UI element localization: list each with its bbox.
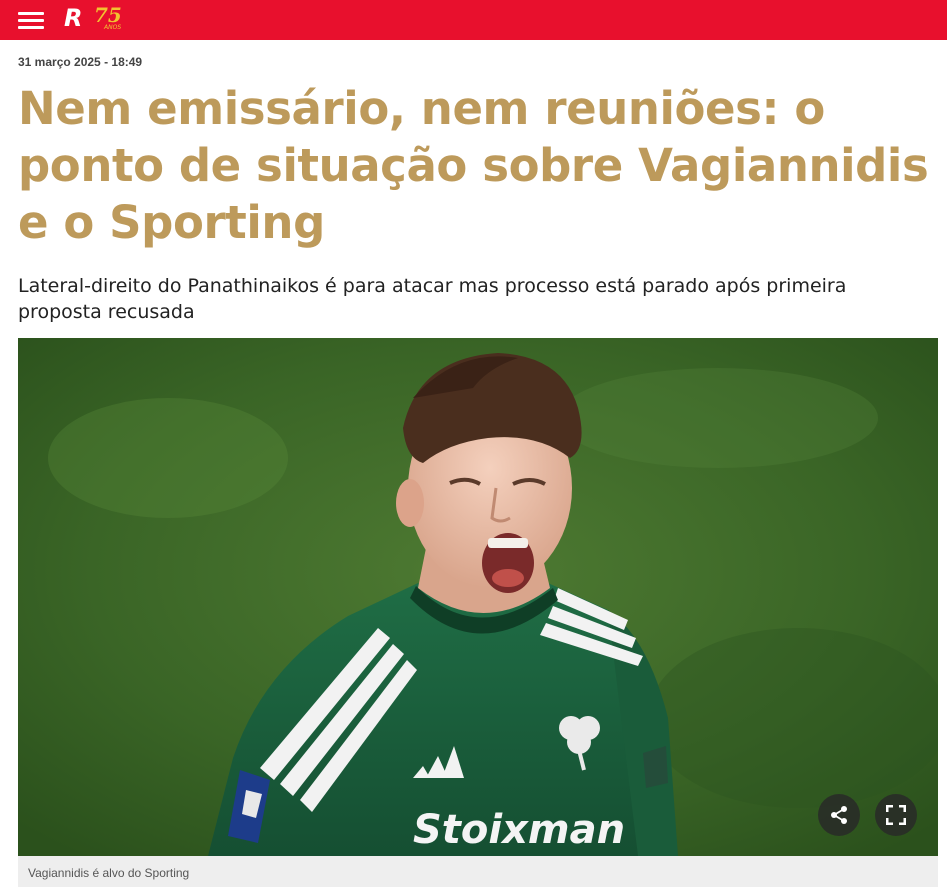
shirt-sponsor-text: Stoixman <box>413 807 625 853</box>
player-photo: Stoixman <box>18 338 938 856</box>
logo-letter: R <box>64 4 82 32</box>
site-logo[interactable]: R 75 ANOS <box>62 2 134 36</box>
fullscreen-icon <box>886 805 906 825</box>
article-photo[interactable]: Stoixman <box>18 338 938 856</box>
photo-caption: Vagiannidis é alvo do Sporting <box>18 856 938 887</box>
top-nav-bar: R 75 ANOS <box>0 0 947 40</box>
logo-sub: ANOS <box>103 24 121 31</box>
share-button[interactable] <box>818 794 860 836</box>
fullscreen-button[interactable] <box>875 794 917 836</box>
hamburger-menu-icon[interactable] <box>18 7 44 33</box>
article-date: 31 março 2025 - 18:49 <box>18 55 143 69</box>
article-subtitle: Lateral-direito do Panathinaikos é para … <box>18 275 847 323</box>
share-icon <box>831 806 847 824</box>
article-headline: Nem emissário, nem reuniões: o ponto de … <box>18 82 929 249</box>
